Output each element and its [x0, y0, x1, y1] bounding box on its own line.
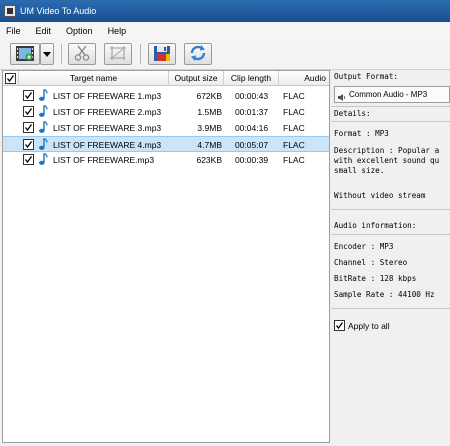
- title-bar: UM Video To Audio: [0, 0, 450, 22]
- music-note-icon: [38, 120, 48, 136]
- menu-bar: File Edit Option Help: [0, 22, 450, 40]
- window-title: UM Video To Audio: [20, 6, 97, 16]
- music-note-icon: [38, 137, 48, 153]
- table-row[interactable]: LIST OF FREEWARE 1.mp3 672KB 00:00:43 FLAC: [3, 88, 329, 104]
- row-checkbox[interactable]: [23, 90, 34, 101]
- divider: [331, 308, 450, 309]
- without-video-stream: Without video stream: [334, 191, 426, 200]
- app-icon: [4, 5, 16, 17]
- list-header: Target name Output size Clip length Audi…: [3, 71, 329, 86]
- row-audio: FLAC: [283, 107, 305, 117]
- row-target-name: LIST OF FREEWARE.mp3: [53, 155, 155, 165]
- table-row[interactable]: LIST OF FREEWARE 4.mp3 4.7MB 00:05:07 FLAC: [3, 136, 329, 152]
- format-detail: Format : MP3: [334, 129, 389, 138]
- row-checkbox[interactable]: [23, 106, 34, 117]
- apply-to-all-label: Apply to all: [348, 320, 390, 331]
- add-video-button[interactable]: [10, 43, 40, 65]
- row-output-size: 672KB: [196, 91, 222, 101]
- row-clip-length: 00:00:43: [234, 91, 269, 101]
- row-output-size: 3.9MB: [197, 123, 222, 133]
- select-all-cell: [3, 71, 19, 86]
- column-header-output-size[interactable]: Output size: [169, 71, 224, 86]
- add-video-dropdown[interactable]: [40, 43, 54, 65]
- output-format-value: Common Audio - MP3: [349, 90, 428, 99]
- row-audio: FLAC: [283, 91, 305, 101]
- row-clip-length: 00:01:37: [234, 107, 269, 117]
- sample-rate-detail: Sample Rate : 44100 Hz: [334, 290, 435, 299]
- select-all-checkbox[interactable]: [5, 73, 16, 84]
- row-checkbox[interactable]: [23, 122, 34, 133]
- divider: [331, 106, 450, 107]
- row-audio: FLAC: [283, 123, 305, 133]
- save-button[interactable]: [148, 43, 176, 65]
- row-target-name: LIST OF FREEWARE 2.mp3: [53, 107, 162, 117]
- row-clip-length: 00:04:16: [234, 123, 269, 133]
- row-audio: FLAC: [283, 155, 305, 165]
- row-checkbox[interactable]: [23, 139, 34, 150]
- output-format-selector[interactable]: Common Audio - MP3: [334, 86, 450, 103]
- encoder-detail: Encoder : MP3: [334, 242, 394, 251]
- apply-to-all[interactable]: Apply to all: [334, 320, 390, 331]
- file-list: Target name Output size Clip length Audi…: [2, 70, 330, 443]
- divider: [331, 234, 450, 235]
- description-line-3: small size.: [334, 166, 385, 175]
- music-note-icon: [38, 88, 48, 104]
- menu-help[interactable]: Help: [108, 26, 127, 36]
- description-line-2: with excellent sound qu: [334, 156, 440, 165]
- row-target-name: LIST OF FREEWARE 4.mp3: [53, 140, 162, 150]
- menu-option[interactable]: Option: [66, 26, 93, 36]
- row-clip-length: 00:05:07: [234, 140, 269, 150]
- music-note-icon: [38, 104, 48, 120]
- crop-icon: [109, 45, 127, 63]
- crop-button[interactable]: [104, 43, 132, 65]
- dropdown-arrow-icon: [43, 49, 51, 59]
- row-target-name: LIST OF FREEWARE 1.mp3: [53, 91, 162, 101]
- menu-edit[interactable]: Edit: [36, 26, 52, 36]
- audio-information-label: Audio information:: [334, 221, 417, 230]
- toolbar: [0, 40, 450, 70]
- divider: [331, 121, 450, 122]
- bitrate-detail: BitRate : 128 kbps: [334, 274, 417, 283]
- music-note-icon: [38, 152, 48, 168]
- audio-format-icon: [338, 91, 346, 101]
- column-header-target-name[interactable]: Target name: [19, 71, 169, 86]
- apply-to-all-checkbox[interactable]: [334, 320, 345, 331]
- row-target-name: LIST OF FREEWARE 3.mp3: [53, 123, 162, 133]
- toolbar-separator: [61, 44, 62, 64]
- convert-icon: [189, 44, 207, 64]
- toolbar-separator: [140, 44, 141, 64]
- menu-file[interactable]: File: [6, 26, 21, 36]
- details-label: Details:: [334, 109, 371, 118]
- convert-button[interactable]: [184, 43, 212, 65]
- column-header-audio[interactable]: Audio: [279, 71, 329, 86]
- row-audio: FLAC: [283, 140, 305, 150]
- add-video-icon: [15, 45, 35, 64]
- column-header-clip-length[interactable]: Clip length: [224, 71, 279, 86]
- row-output-size: 623KB: [196, 155, 222, 165]
- cut-icon: [73, 45, 91, 63]
- row-output-size: 1.5MB: [197, 107, 222, 117]
- table-row[interactable]: LIST OF FREEWARE 2.mp3 1.5MB 00:01:37 FLAC: [3, 104, 329, 120]
- details-pane: Output Format: Common Audio - MP3 Detail…: [331, 70, 450, 446]
- description-line-1: Description : Popular a: [334, 146, 440, 155]
- row-checkbox[interactable]: [23, 154, 34, 165]
- cut-button[interactable]: [68, 43, 96, 65]
- row-clip-length: 00:00:39: [234, 155, 269, 165]
- table-row[interactable]: LIST OF FREEWARE 3.mp3 3.9MB 00:04:16 FLAC: [3, 120, 329, 136]
- channel-detail: Channel : Stereo: [334, 258, 408, 267]
- save-icon: [153, 45, 171, 64]
- output-format-label: Output Format:: [334, 72, 399, 81]
- divider: [331, 209, 450, 210]
- row-output-size: 4.7MB: [197, 140, 222, 150]
- table-row[interactable]: LIST OF FREEWARE.mp3 623KB 00:00:39 FLAC: [3, 152, 329, 168]
